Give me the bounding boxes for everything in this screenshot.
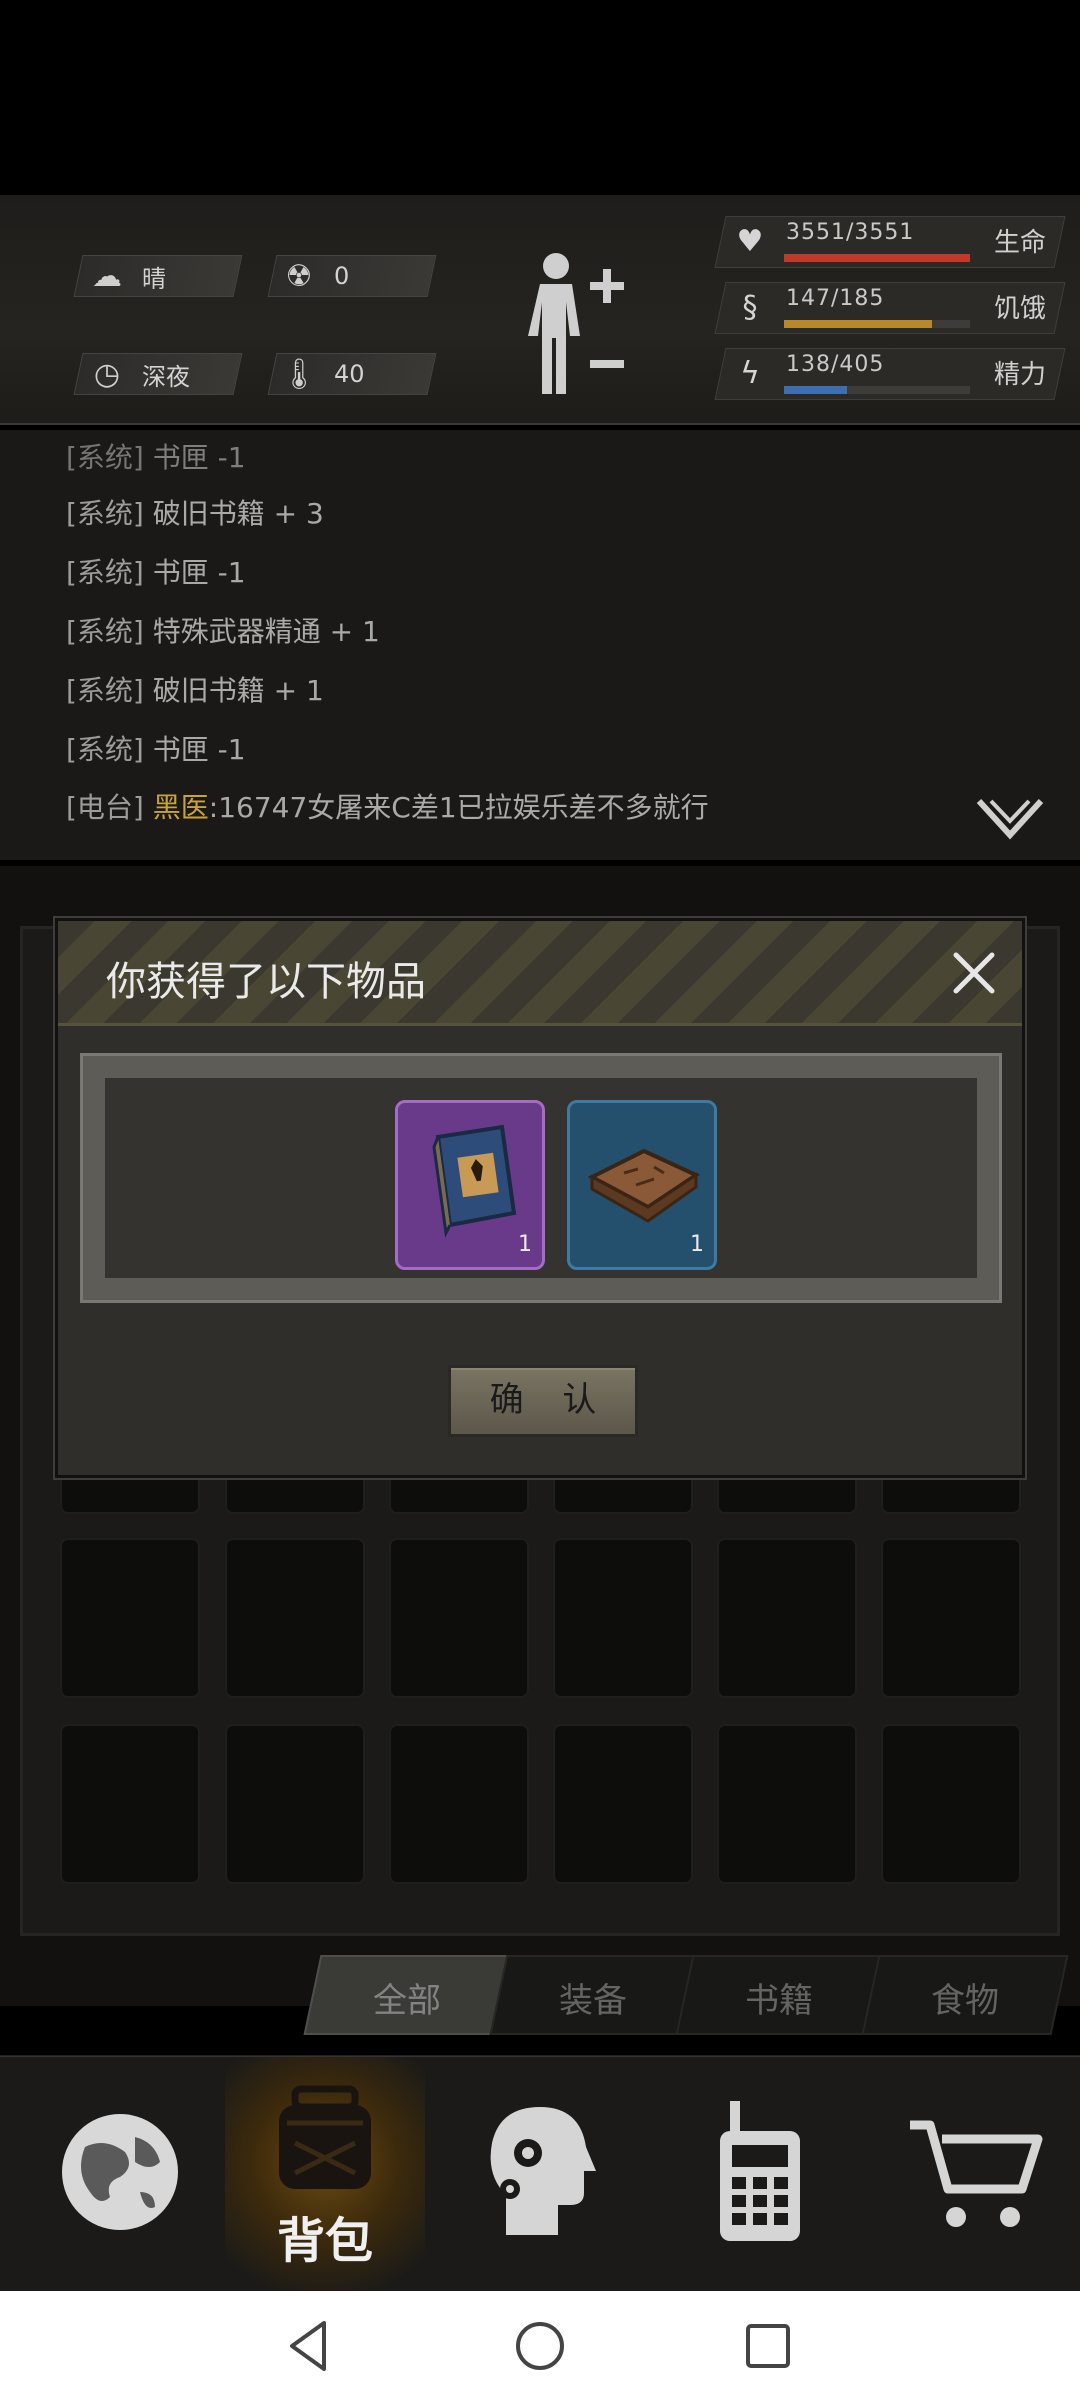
reward-qty: 1 bbox=[690, 1232, 704, 1257]
health-value: 3551/3551 bbox=[786, 220, 915, 245]
cart-icon bbox=[910, 2120, 1043, 2227]
thermometer-icon: 🌡 bbox=[279, 356, 319, 392]
nav-shop[interactable] bbox=[870, 2057, 1070, 2293]
nav-backpack[interactable]: 背包 bbox=[225, 2057, 425, 2293]
radiation-icon: ☢ bbox=[285, 258, 313, 294]
confirm-button[interactable]: 确 认 bbox=[448, 1365, 638, 1437]
temperature-indicator: 🌡 40 bbox=[280, 355, 365, 393]
log-line: [系统] 特殊武器精通 + 1 bbox=[66, 615, 380, 648]
body-status-icon[interactable] bbox=[520, 248, 630, 398]
stomach-icon: § bbox=[742, 290, 758, 325]
stamina-bar bbox=[784, 386, 848, 394]
recents-icon[interactable] bbox=[733, 2311, 803, 2381]
time-indicator: ◷ 深夜 bbox=[88, 355, 190, 393]
globe-icon bbox=[62, 2114, 178, 2230]
reward-item[interactable]: 1 bbox=[567, 1100, 717, 1270]
bottom-nav: 背包 bbox=[0, 2055, 1080, 2293]
stamina-stat: ϟ 138/405 精力 bbox=[714, 348, 1066, 404]
nav-backpack-label: 背包 bbox=[276, 2213, 373, 2269]
clock-icon: ◷ bbox=[93, 356, 121, 392]
nav-skills[interactable] bbox=[440, 2057, 640, 2293]
health-bar bbox=[784, 254, 970, 262]
reward-item[interactable]: 1 bbox=[395, 1100, 545, 1270]
radiation-indicator: ☢ 0 bbox=[280, 257, 350, 295]
weather-value: 晴 bbox=[142, 264, 166, 293]
system-nav-bar bbox=[0, 2291, 1080, 2400]
radiation-value: 0 bbox=[334, 262, 350, 290]
nav-world[interactable] bbox=[20, 2057, 220, 2293]
health-stat: ♥ 3551/3551 生命 bbox=[714, 216, 1066, 272]
hunger-label: 饥饿 bbox=[993, 294, 1046, 324]
brain-gears-icon bbox=[490, 2107, 596, 2235]
skill-book-icon bbox=[432, 1124, 517, 1238]
backpack-icon bbox=[279, 2085, 371, 2189]
nav-radio[interactable] bbox=[660, 2057, 860, 2293]
log-line: [系统] 书匣 -1 bbox=[66, 733, 246, 766]
dialog-header: 你获得了以下物品 bbox=[58, 921, 1022, 1026]
log-line: [系统] 书匣 -1 bbox=[66, 556, 246, 589]
reward-qty: 1 bbox=[518, 1232, 532, 1257]
radio-log-line: [电台] 黑医:16747女屠来C差1已拉娱乐差不多就行 bbox=[66, 791, 709, 824]
reward-list: 1 1 bbox=[80, 1053, 1002, 1303]
log-line: [系统] 破旧书籍 + 1 bbox=[66, 674, 324, 707]
cloud-sun-icon: ☁ bbox=[92, 258, 122, 294]
expand-log-chevron-icon[interactable] bbox=[975, 795, 1045, 845]
reward-dialog: 你获得了以下物品 1 1 确 认 bbox=[55, 918, 1025, 1478]
stamina-label: 精力 bbox=[993, 360, 1046, 390]
health-label: 生命 bbox=[993, 228, 1046, 258]
hunger-stat: § 147/185 饥饿 bbox=[714, 282, 1066, 338]
lightning-head-icon: ϟ bbox=[740, 356, 760, 391]
hunger-value: 147/185 bbox=[786, 286, 885, 311]
old-book-icon bbox=[587, 1148, 701, 1223]
close-icon[interactable] bbox=[948, 947, 1000, 999]
log-line: [系统] 破旧书籍 + 3 bbox=[66, 497, 324, 530]
stamina-value: 138/405 bbox=[786, 352, 885, 377]
weather-indicator: ☁ 晴 bbox=[88, 257, 166, 295]
hunger-bar bbox=[784, 320, 932, 328]
back-icon[interactable] bbox=[274, 2311, 344, 2381]
walkie-talkie-icon bbox=[720, 2101, 800, 2241]
log-line: [系统] 书匣 -1 bbox=[66, 441, 246, 474]
heart-icon: ♥ bbox=[736, 224, 764, 259]
home-icon[interactable] bbox=[505, 2311, 575, 2381]
dialog-title: 你获得了以下物品 bbox=[106, 959, 426, 1005]
temperature-value: 40 bbox=[334, 360, 365, 388]
time-value: 深夜 bbox=[142, 362, 190, 391]
